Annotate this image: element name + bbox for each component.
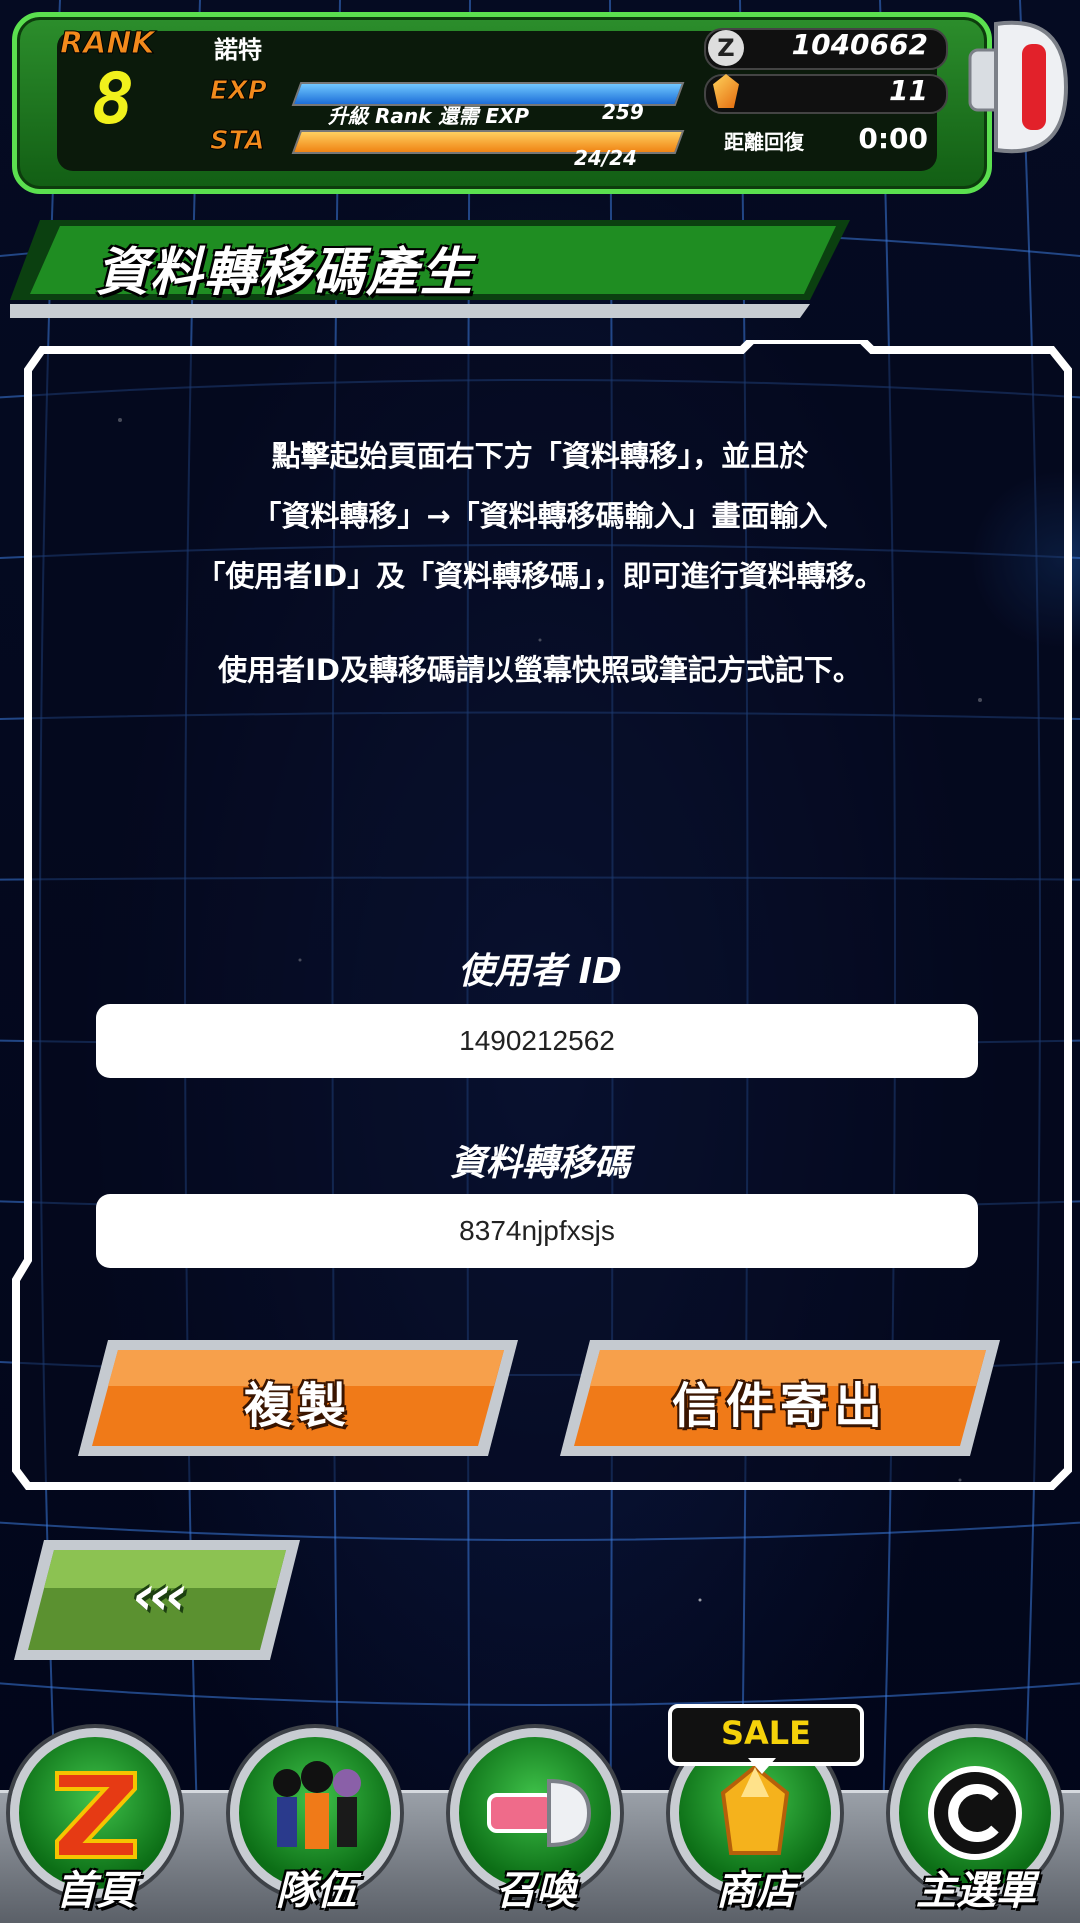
user-id-label: 使用者 ID (458, 951, 622, 992)
back-button[interactable]: ‹‹‹ (14, 1540, 300, 1660)
instruction-line-4: 使用者ID及轉移碼請以螢幕快照或筆記方式記下。 (218, 653, 862, 687)
transfer-code-field[interactable]: 8374njpfxsjs (96, 1194, 978, 1268)
zeni-amount: 1040662 (791, 28, 928, 61)
instruction-line-3: 「使用者ID」及「資料轉移碼」，即可進行資料轉移。 (196, 559, 884, 593)
nav-summon[interactable]: 召喚 (446, 1718, 632, 1918)
zeni-coin-icon: Z (708, 30, 744, 66)
nav-home[interactable]: 首頁 (6, 1718, 192, 1918)
nav-team[interactable]: 隊伍 (226, 1718, 412, 1918)
player-name: 諾特 (214, 36, 262, 64)
exp-remaining: 259 (602, 100, 644, 124)
rank-label: RANK (60, 26, 156, 62)
sta-label: STA (210, 126, 266, 157)
exp-note: 升級 Rank 還需 EXP (328, 104, 530, 128)
page-title: 資料轉移碼產生 (96, 243, 475, 303)
instruction-line-1: 點擊起始頁面右下方「資料轉移」，並且於 (271, 439, 809, 473)
nav-menu-label: 主選單 (916, 1868, 1036, 1914)
nav-summon-label: 召喚 (496, 1868, 576, 1914)
exp-label: EXP (210, 76, 268, 107)
scouter-icon[interactable] (966, 14, 1070, 160)
sale-badge-pointer (748, 1758, 776, 1774)
recover-time: 0:00 (858, 122, 928, 155)
user-id-field[interactable]: 1490212562 (96, 1004, 978, 1078)
instruction-line-2: 「資料轉移」→「資料轉移碼輸入」畫面輸入 (252, 499, 828, 533)
transfer-code-label: 資料轉移碼 (449, 1143, 630, 1184)
copy-button-label: 複製 (243, 1378, 352, 1434)
copy-button[interactable]: 複製 (78, 1340, 518, 1456)
nav-shop-label: 商店 (716, 1868, 796, 1914)
back-arrows-icon: ‹‹‹ (132, 1564, 188, 1627)
sta-value: 24/24 (574, 146, 637, 170)
nav-team-label: 隊伍 (276, 1868, 356, 1914)
send-email-button[interactable]: 信件寄出 (560, 1340, 1000, 1456)
stone-amount: 11 (889, 74, 928, 107)
send-email-button-label: 信件寄出 (671, 1378, 888, 1434)
nav-menu[interactable]: 主選單 (886, 1718, 1072, 1918)
rank-value: 8 (92, 58, 135, 140)
recover-label: 距離回復 (724, 130, 804, 154)
nav-home-label: 首頁 (56, 1868, 136, 1914)
sale-badge: SALE (668, 1704, 864, 1766)
